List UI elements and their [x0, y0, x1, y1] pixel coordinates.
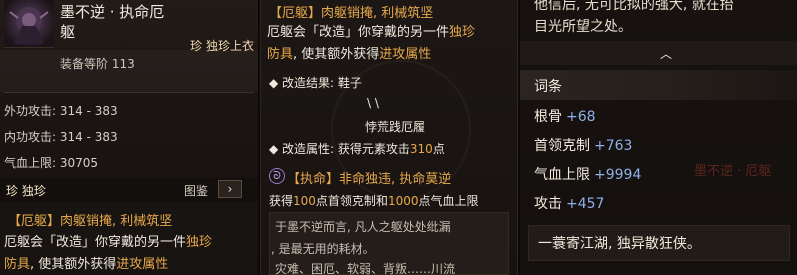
exclusive-value: 1000	[387, 194, 419, 208]
codex-label: 图鉴	[184, 184, 209, 198]
lore-line: , 是最无用的耗材。	[271, 242, 375, 256]
effect-desc-highlight: 独珍	[186, 235, 213, 250]
transform-result-item: 悖荒践厄履	[365, 120, 426, 134]
transform-attribute-text: ◆ 改造属性: 获得元素攻击	[269, 142, 410, 156]
lore-line: 于墨不逆而言, 凡人之躯处处纰漏	[275, 220, 451, 234]
effect-title: 【厄躯】肉躯销掩, 利械筑坚	[8, 214, 173, 229]
exclusive-value: 100	[293, 194, 316, 208]
affix-name: 根骨	[534, 109, 562, 125]
item-tooltip-right: 他信后, 无可比拟的强大, 就在抬 目光所望之处。 ︿ 词条 根骨 +68 首领克…	[520, 0, 797, 275]
effect-desc-line1: 厄躯会「改造」你穿戴的另一件独珍	[267, 22, 475, 44]
affix-name: 首领克制	[534, 138, 590, 154]
stat-inner-attack: 内功攻击: 314 - 383	[4, 130, 118, 144]
stat-max-hp: 气血上限: 30705	[4, 156, 99, 170]
effect-desc-highlight: 进攻属性	[379, 47, 432, 62]
affix-row: 首领克制 +763	[534, 135, 632, 155]
item-icon	[4, 0, 54, 48]
effect-desc-line2: 防具, 使其额外获得进攻属性	[4, 254, 168, 275]
background-item-name: 墨不逆 · 厄躯	[694, 164, 772, 179]
effect-desc-highlight: 独珍	[449, 25, 476, 40]
effect-desc-text: 厄躯会「改造」你穿戴的另一件	[4, 235, 187, 250]
affix-row: 攻击 +457	[534, 193, 604, 213]
effect-desc-highlight: 进攻属性	[116, 257, 169, 272]
collapse-bar[interactable]: ︿	[520, 41, 797, 65]
effect-desc-line2: 防具, 使其额外获得进攻属性	[267, 44, 431, 66]
item-tooltip-left: 墨不逆 · 执命厄 躯 珍 独珍上衣 装备等阶 113 外功攻击: 314 - …	[0, 0, 258, 275]
item-name: 墨不逆 · 执命厄 躯	[60, 3, 165, 41]
item-tooltip-middle: 【厄躯】肉躯销掩, 利械筑坚 厄躯会「改造」你穿戴的另一件独珍 防具, 使其额外…	[260, 0, 518, 275]
affix-value: +457	[566, 196, 605, 212]
effect-desc-highlight: 防具	[4, 257, 31, 272]
transform-attribute-value: 310	[409, 142, 433, 156]
effect-title: 【厄躯】肉躯销掩, 利械筑坚	[269, 6, 434, 21]
transform-result: ◆ 改造结果: 鞋子	[269, 76, 362, 90]
affix-name: 气血上限	[534, 167, 590, 183]
transform-arrow: \ \	[367, 96, 379, 110]
rarity-label: 珍 独珍	[6, 184, 46, 198]
lore-line: 灾难、困厄、软弱、背叛……川流	[275, 262, 456, 275]
affix-name: 攻击	[534, 196, 562, 212]
transform-attribute: ◆ 改造属性: 获得元素攻击310点	[269, 140, 445, 157]
codex-arrow-button[interactable]: ›	[218, 180, 242, 198]
affix-row: 根骨 +68	[534, 106, 596, 126]
exclusive-desc: 获得100点首领克制和1000点气血上限	[269, 192, 479, 209]
effect-desc-text: , 使其额外获得	[293, 47, 380, 62]
stat-outer-attack: 外功攻击: 314 - 383	[4, 104, 118, 118]
effect-desc-highlight: 防具	[267, 47, 294, 62]
affix-value: +68	[566, 109, 596, 125]
exclusive-desc-text: 点气血上限	[418, 194, 479, 208]
effect-desc-text: , 使其额外获得	[30, 257, 117, 272]
motto-text: 一蓑寄江湖, 独异散狂侠。	[538, 236, 701, 252]
transform-attribute-unit: 点	[432, 142, 445, 156]
chevron-up-icon[interactable]: ︿	[660, 45, 672, 62]
effect-desc-text: 厄躯会「改造」你穿戴的另一件	[267, 25, 450, 40]
exclusive-title: 【执命】非命独违, 执命莫逆	[287, 172, 452, 187]
exclusive-desc-text: 获得	[269, 194, 294, 208]
exclusive-spiral-icon: ᘐ	[269, 168, 285, 184]
affix-row: 气血上限 +9994	[534, 164, 641, 184]
affix-value: +763	[594, 138, 633, 154]
lore-line: 目光所望之处。	[534, 19, 632, 35]
equip-level: 装备等阶 113	[60, 57, 135, 71]
exclusive-desc-text: 点首领克制和	[315, 194, 388, 208]
divider	[4, 92, 254, 93]
lore-line: 他信后, 无可比拟的强大, 就在抬	[534, 0, 734, 13]
effect-desc-line1: 厄躯会「改造」你穿戴的另一件独珍	[4, 232, 212, 254]
affix-title: 词条	[534, 79, 562, 95]
affix-value: +9994	[594, 167, 642, 183]
